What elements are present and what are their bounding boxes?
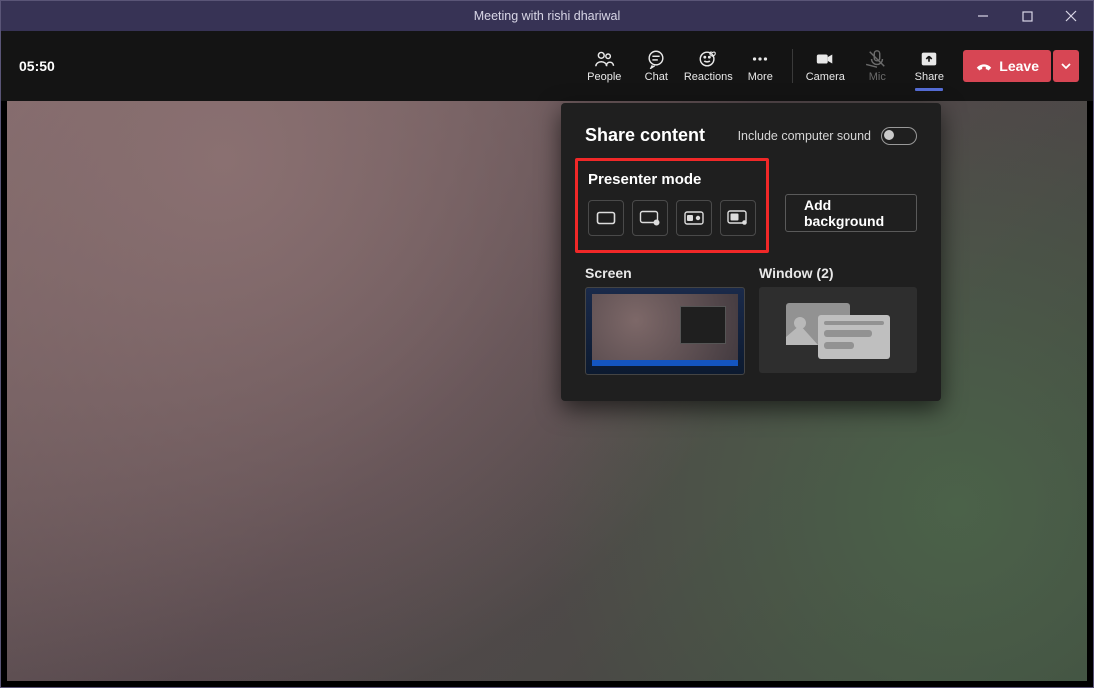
camera-button[interactable]: Camera <box>799 49 851 83</box>
window-controls <box>961 1 1093 31</box>
chevron-down-icon <box>1060 60 1072 72</box>
content-only-icon <box>596 211 616 225</box>
share-content-panel: Share content Include computer sound Pre… <box>561 103 941 401</box>
side-by-side-icon <box>684 211 704 225</box>
leave-group: Leave <box>963 50 1079 82</box>
window-column: Window (2) <box>759 265 917 375</box>
window-stack-icon <box>778 297 898 363</box>
presenter-mode-buttons <box>588 200 756 236</box>
people-button[interactable]: People <box>578 49 630 83</box>
reactions-button[interactable]: Reactions <box>682 49 734 83</box>
panel-title: Share content <box>585 125 705 146</box>
presenter-mode-reporter[interactable] <box>720 200 756 236</box>
standout-icon <box>639 210 661 226</box>
add-background-label: Add background <box>804 197 898 229</box>
presenter-column: Presenter mode <box>585 168 769 253</box>
title-bar: Meeting with rishi dhariwal <box>1 1 1093 31</box>
presenter-mode-standout[interactable] <box>632 200 668 236</box>
add-background-button[interactable]: Add background <box>785 194 917 232</box>
mic-off-icon <box>866 49 888 69</box>
leave-label: Leave <box>999 58 1039 74</box>
include-sound-row: Include computer sound <box>738 127 917 145</box>
mic-button[interactable]: Mic <box>851 49 903 83</box>
window-thumbnail[interactable] <box>759 287 917 373</box>
hangup-icon <box>975 59 993 73</box>
meeting-duration: 05:50 <box>19 58 55 74</box>
reporter-icon <box>727 210 749 226</box>
share-icon <box>918 49 940 69</box>
minimize-button[interactable] <box>961 1 1005 31</box>
meeting-toolbar: 05:50 People Chat Reactions More Camera <box>1 31 1093 101</box>
presenter-mode-title: Presenter mode <box>588 171 756 188</box>
panel-header: Share content Include computer sound <box>585 125 917 146</box>
include-sound-toggle[interactable] <box>881 127 917 145</box>
more-button[interactable]: More <box>734 49 786 83</box>
people-label: People <box>587 71 621 83</box>
window-label: Window (2) <box>759 265 917 281</box>
maximize-button[interactable] <box>1005 1 1049 31</box>
presenter-row: Presenter mode <box>585 168 917 253</box>
camera-icon <box>814 49 836 69</box>
leave-options-button[interactable] <box>1053 50 1079 82</box>
presenter-mode-content-only[interactable] <box>588 200 624 236</box>
screen-label: Screen <box>585 265 743 281</box>
screen-column: Screen <box>585 265 743 375</box>
include-sound-label: Include computer sound <box>738 129 871 143</box>
reactions-label: Reactions <box>684 71 733 83</box>
close-button[interactable] <box>1049 1 1093 31</box>
share-button[interactable]: Share <box>903 49 955 83</box>
people-icon <box>593 49 615 69</box>
more-label: More <box>748 71 773 83</box>
ellipsis-icon <box>749 49 771 69</box>
camera-label: Camera <box>806 71 845 83</box>
leave-button[interactable]: Leave <box>963 50 1051 82</box>
presenter-mode-side-by-side[interactable] <box>676 200 712 236</box>
screen-thumbnail[interactable] <box>585 287 745 375</box>
window-title: Meeting with rishi dhariwal <box>1 9 1093 23</box>
reactions-icon <box>697 49 719 69</box>
presenter-mode-highlight: Presenter mode <box>575 158 769 253</box>
chat-button[interactable]: Chat <box>630 49 682 83</box>
mic-label: Mic <box>869 71 886 83</box>
share-label: Share <box>915 71 944 83</box>
chat-label: Chat <box>645 71 668 83</box>
chat-icon <box>645 49 667 69</box>
share-targets: Screen Window (2) <box>585 265 917 375</box>
toolbar-separator <box>792 49 793 83</box>
add-background-column: Add background <box>785 168 917 232</box>
